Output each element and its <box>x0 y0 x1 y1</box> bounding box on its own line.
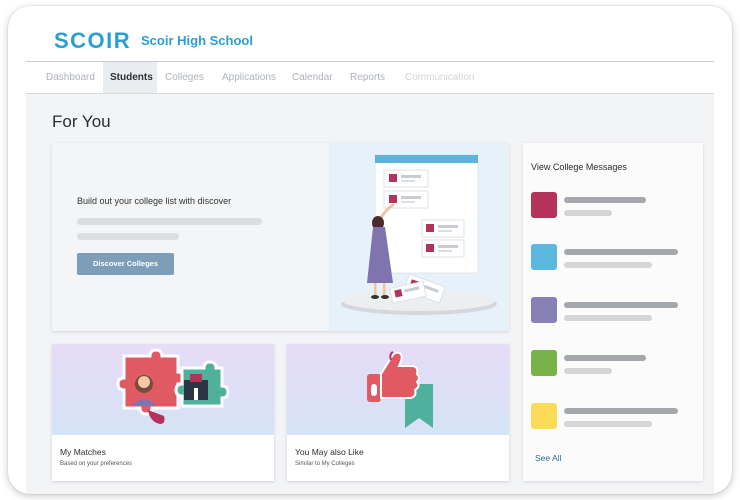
placeholder-line <box>564 210 612 216</box>
discover-heading: Build out your college list with discove… <box>77 196 232 206</box>
see-all-link[interactable]: See All <box>535 453 561 463</box>
message-item[interactable] <box>531 350 695 380</box>
placeholder-line <box>564 302 678 308</box>
tab-calendar[interactable]: Calendar <box>285 62 340 93</box>
placeholder-line <box>564 249 678 255</box>
placeholder-line <box>77 218 262 225</box>
placeholder-line <box>564 421 652 427</box>
tab-reports[interactable]: Reports <box>343 62 392 93</box>
school-name: Scoir High School <box>141 33 253 48</box>
college-avatar <box>531 192 557 218</box>
thumbs-up-illustration-svg <box>367 351 433 428</box>
tab-dashboard[interactable]: Dashboard <box>39 62 102 93</box>
placeholder-line <box>564 197 646 203</box>
thumbs-up-icon <box>287 344 509 435</box>
placeholder-line <box>564 262 652 268</box>
card-subtitle: Based on your preferences <box>60 461 133 467</box>
discover-card: Build out your college list with discove… <box>52 143 509 331</box>
my-matches-card[interactable]: My Matches Based on your preferences <box>52 344 274 481</box>
brand-row: SCOIR Scoir High School <box>26 28 714 54</box>
card-title: You May also Like <box>295 447 364 457</box>
discover-colleges-button[interactable]: Discover Colleges <box>77 253 174 275</box>
app-screen: SCOIR Scoir High School Dashboard Studen… <box>26 6 714 494</box>
you-may-also-like-card[interactable]: You May also Like Similar to My Colleges <box>287 344 509 481</box>
scoir-logo[interactable]: SCOIR <box>54 28 131 54</box>
college-avatar <box>531 297 557 323</box>
tab-colleges[interactable]: Colleges <box>158 62 211 93</box>
device-frame: SCOIR Scoir High School Dashboard Studen… <box>8 6 732 494</box>
message-item[interactable] <box>531 192 695 222</box>
puzzle-pieces-icon <box>52 344 274 435</box>
card-title: My Matches <box>60 447 106 457</box>
message-item[interactable] <box>531 244 695 274</box>
college-avatar <box>531 350 557 376</box>
nav-tabs: Dashboard Students Colleges Applications… <box>26 62 714 94</box>
college-messages-panel: View College Messages See All <box>523 143 703 481</box>
placeholder-line <box>564 408 678 414</box>
placeholder-line <box>564 315 652 321</box>
discover-illustration-svg <box>341 154 497 315</box>
message-item[interactable] <box>531 403 695 433</box>
tab-students[interactable]: Students <box>103 62 157 93</box>
placeholder-line <box>564 368 612 374</box>
tab-applications[interactable]: Applications <box>215 62 283 93</box>
college-avatar <box>531 244 557 270</box>
college-avatar <box>531 403 557 429</box>
placeholder-line <box>564 355 646 361</box>
app-header: SCOIR Scoir High School Dashboard Studen… <box>26 6 714 94</box>
woman-pinning-colleges-illustration <box>329 143 509 331</box>
page-title: For You <box>52 112 111 131</box>
placeholder-line <box>77 233 179 240</box>
tab-communication[interactable]: Communication <box>398 62 481 93</box>
card-subtitle: Similar to My Colleges <box>295 461 355 467</box>
message-item[interactable] <box>531 297 695 327</box>
messages-title: View College Messages <box>531 162 627 172</box>
puzzle-illustration-svg <box>116 348 230 424</box>
discover-card-content: Build out your college list with discove… <box>52 143 329 331</box>
